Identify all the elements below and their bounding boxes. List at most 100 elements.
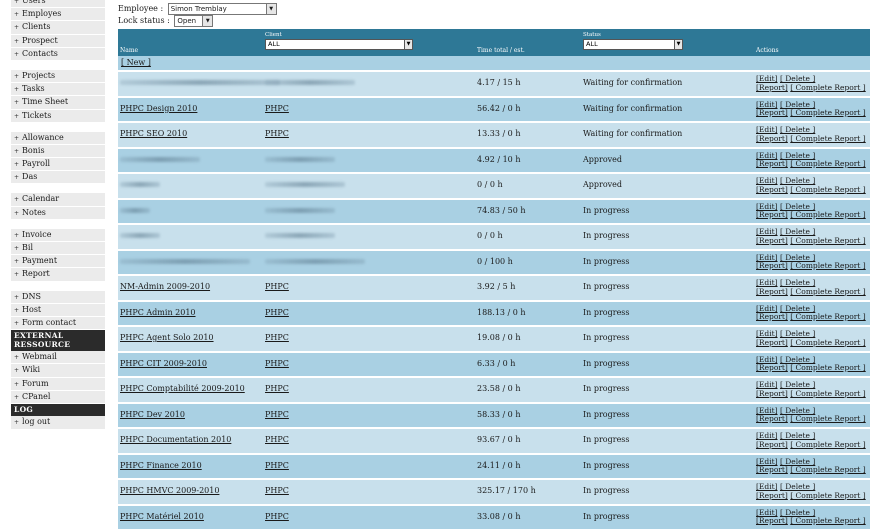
sidebar-item-forum[interactable]: +Forum — [11, 378, 105, 391]
sidebar-item-payment[interactable]: +Payment — [11, 255, 105, 268]
complete-report-link[interactable]: [ Complete Report ] — [790, 134, 865, 143]
time-total-value: 0 / 0 h — [477, 180, 503, 189]
sidebar-item-time-sheet[interactable]: +Time Sheet — [11, 96, 105, 109]
report-link[interactable]: [Report] — [756, 491, 788, 500]
client-link[interactable]: PHPC — [265, 512, 289, 521]
sidebar-item-log-out[interactable]: +log out — [11, 416, 105, 429]
sidebar-item-projects[interactable]: +Projects — [11, 70, 105, 83]
project-name-link[interactable]: PHPC Admin 2010 — [120, 308, 196, 317]
sidebar-item-calendar[interactable]: +Calendar — [11, 193, 105, 206]
complete-report-link[interactable]: [ Complete Report ] — [790, 389, 865, 398]
report-link[interactable]: [Report] — [756, 338, 788, 347]
complete-report-link[interactable]: [ Complete Report ] — [790, 261, 865, 270]
project-name-link[interactable]: PHPC Dev 2010 — [120, 410, 185, 419]
complete-report-link[interactable]: [ Complete Report ] — [790, 312, 865, 321]
complete-report-link[interactable]: [ Complete Report ] — [790, 491, 865, 500]
sidebar-item-contacts[interactable]: +Contacts — [11, 48, 105, 61]
status-value: Waiting for confirmation — [583, 104, 682, 113]
client-link[interactable]: PHPC — [265, 129, 289, 138]
report-link[interactable]: [Report] — [756, 134, 788, 143]
lock-status-select[interactable]: Open ▼ — [174, 15, 213, 27]
sidebar-item-allowance[interactable]: +Allowance — [11, 132, 105, 145]
client-link[interactable]: PHPC — [265, 308, 289, 317]
project-name-link[interactable]: PHPC CIT 2009-2010 — [120, 359, 207, 368]
name-column-header[interactable]: Name — [120, 47, 138, 54]
sidebar-item-clients[interactable]: +Clients — [11, 21, 105, 34]
complete-report-link[interactable]: [ Complete Report ] — [790, 338, 865, 347]
project-name-link[interactable]: PHPC Agent Solo 2010 — [120, 333, 214, 342]
complete-report-link[interactable]: [ Complete Report ] — [790, 363, 865, 372]
sidebar-item-report[interactable]: +Report — [11, 268, 105, 281]
project-name-link[interactable]: NM-Admin 2009-2010 — [120, 282, 210, 291]
report-link[interactable]: [Report] — [756, 363, 788, 372]
sidebar-item-bonis[interactable]: +Bonis — [11, 145, 105, 158]
sidebar-item-invoice[interactable]: +Invoice — [11, 229, 105, 242]
sidebar-item-bil[interactable]: +Bil — [11, 242, 105, 255]
project-name-link[interactable]: PHPC Design 2010 — [120, 104, 197, 113]
client-filter-select[interactable]: ALL ▼ — [265, 39, 413, 50]
complete-report-link[interactable]: [ Complete Report ] — [790, 516, 865, 525]
complete-report-link[interactable]: [ Complete Report ] — [790, 414, 865, 423]
report-link[interactable]: [Report] — [756, 185, 788, 194]
client-link[interactable]: PHPC — [265, 461, 289, 470]
sidebar-item-prospect[interactable]: +Prospect — [11, 35, 105, 48]
sidebar-item-webmail[interactable]: +Webmail — [11, 351, 105, 364]
report-link[interactable]: [Report] — [756, 210, 788, 219]
client-link[interactable]: PHPC — [265, 410, 289, 419]
report-link[interactable]: [Report] — [756, 414, 788, 423]
project-name-link[interactable]: PHPC Comptabilité 2009-2010 — [120, 384, 245, 393]
project-name-link[interactable]: PHPC Documentation 2010 — [120, 435, 231, 444]
project-name-link[interactable]: PHPC Finance 2010 — [120, 461, 202, 470]
client-link[interactable]: PHPC — [265, 333, 289, 342]
report-link[interactable]: [Report] — [756, 440, 788, 449]
complete-report-link[interactable]: [ Complete Report ] — [790, 83, 865, 92]
report-link[interactable]: [Report] — [756, 236, 788, 245]
report-link[interactable]: [Report] — [756, 287, 788, 296]
sidebar-item-notes[interactable]: +Notes — [11, 207, 105, 220]
complete-report-link[interactable]: [ Complete Report ] — [790, 236, 865, 245]
report-link[interactable]: [Report] — [756, 389, 788, 398]
client-link[interactable]: PHPC — [265, 282, 289, 291]
report-link[interactable]: [Report] — [756, 83, 788, 92]
sidebar-item-wiki[interactable]: +Wiki — [11, 364, 105, 377]
project-name-link[interactable]: PHPC Matériel 2010 — [120, 512, 204, 521]
sidebar-item-host[interactable]: +Host — [11, 304, 105, 317]
sidebar-item-tasks[interactable]: +Tasks — [11, 83, 105, 96]
report-link[interactable]: [Report] — [756, 159, 788, 168]
time-column-header[interactable]: Time total / est. — [477, 47, 525, 54]
sidebar-item-dns[interactable]: +DNS — [11, 291, 105, 304]
sidebar-item-label: Time Sheet — [22, 97, 68, 106]
employee-select[interactable]: Simon Tremblay ▼ — [168, 3, 277, 15]
new-project-link[interactable]: [ New ] — [121, 58, 151, 67]
project-name-link[interactable]: PHPC SEO 2010 — [120, 129, 187, 138]
complete-report-link[interactable]: [ Complete Report ] — [790, 185, 865, 194]
client-link[interactable]: PHPC — [265, 384, 289, 393]
status-filter-select[interactable]: ALL ▼ — [583, 39, 683, 50]
client-link[interactable]: PHPC — [265, 104, 289, 113]
complete-report-link[interactable]: [ Complete Report ] — [790, 287, 865, 296]
sidebar-item-cpanel[interactable]: +CPanel — [11, 391, 105, 404]
complete-report-link[interactable]: [ Complete Report ] — [790, 210, 865, 219]
client-filter-value: ALL — [268, 40, 280, 48]
report-link[interactable]: [Report] — [756, 261, 788, 270]
project-name-link[interactable]: PHPC HMVC 2009-2010 — [120, 486, 219, 495]
report-link[interactable]: [Report] — [756, 465, 788, 474]
report-link[interactable]: [Report] — [756, 516, 788, 525]
report-link[interactable]: [Report] — [756, 312, 788, 321]
client-link[interactable]: PHPC — [265, 359, 289, 368]
complete-report-link[interactable]: [ Complete Report ] — [790, 465, 865, 474]
sidebar-item-users[interactable]: +Users — [11, 0, 105, 8]
sidebar-item-employes[interactable]: +Employes — [11, 8, 105, 21]
status-value: In progress — [583, 257, 630, 266]
time-total-value: 74.83 / 50 h — [477, 206, 526, 215]
sidebar-item-das[interactable]: +Das — [11, 171, 105, 184]
client-link[interactable]: PHPC — [265, 486, 289, 495]
client-link[interactable]: PHPC — [265, 435, 289, 444]
complete-report-link[interactable]: [ Complete Report ] — [790, 440, 865, 449]
sidebar-item-payroll[interactable]: +Payroll — [11, 158, 105, 171]
complete-report-link[interactable]: [ Complete Report ] — [790, 159, 865, 168]
complete-report-link[interactable]: [ Complete Report ] — [790, 108, 865, 117]
sidebar-item-form-contact[interactable]: +Form contact — [11, 317, 105, 330]
report-link[interactable]: [Report] — [756, 108, 788, 117]
sidebar-item-tickets[interactable]: +Tickets — [11, 110, 105, 123]
